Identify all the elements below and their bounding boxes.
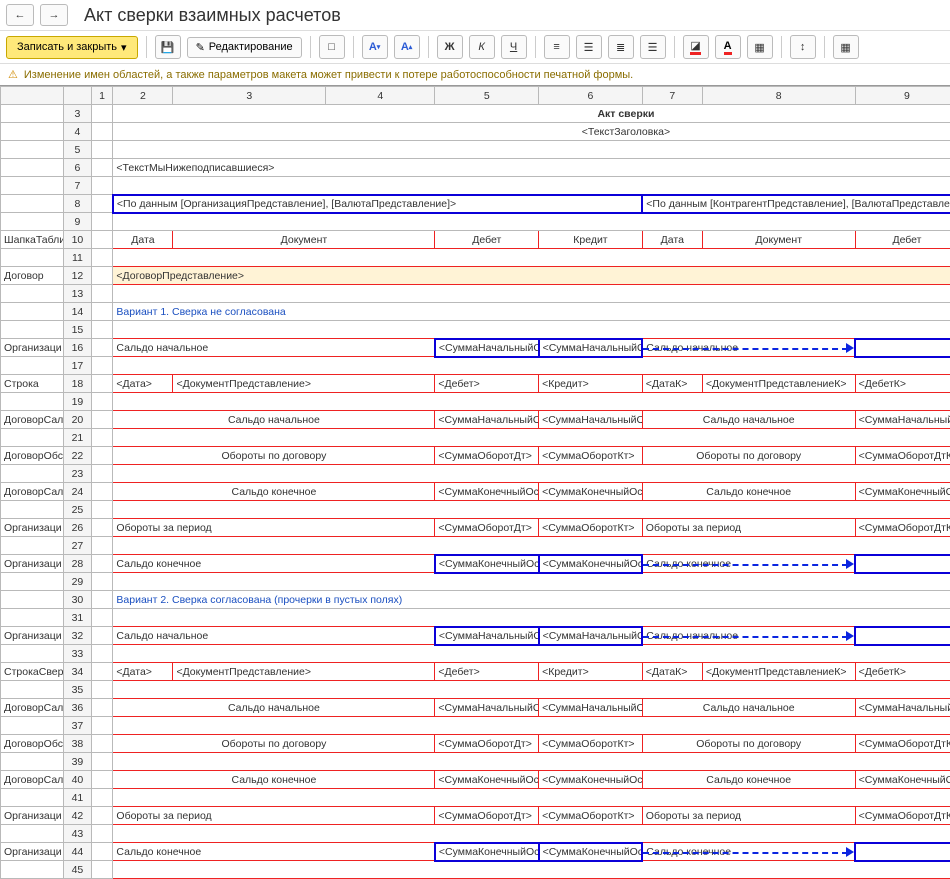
bold-button[interactable]: Ж (437, 35, 463, 59)
separator (310, 36, 311, 58)
italic-button[interactable]: К (469, 35, 495, 59)
table-row[interactable]: СтрокаСвер34 <Дата> <ДокументПредставлен… (1, 663, 950, 681)
table-row[interactable]: 3Акт сверки (1, 105, 950, 123)
warning-text: Изменение имен областей, а также парамет… (24, 69, 633, 81)
table-row[interactable]: 9 (1, 213, 950, 231)
table-row[interactable]: ШапкаТабли10 Дата Документ Дебет Кредит … (1, 231, 950, 249)
dropdown-chevron-icon: ▾ (121, 41, 127, 54)
table-row[interactable]: Организаци42 Обороты за период <СуммаОбо… (1, 807, 950, 825)
table-row[interactable]: 41 (1, 789, 950, 807)
by-counterparty-cell[interactable]: <По данным [КонтрагентПредставление], [В… (642, 195, 950, 213)
table-row[interactable]: ДоговорСал40 Сальдо конечное <СуммаКонеч… (1, 771, 950, 789)
pencil-icon: ✎ (196, 41, 205, 54)
table-button[interactable]: ▦ (833, 35, 859, 59)
align-center-button[interactable]: ☰ (576, 35, 602, 59)
edit-label: Редактирование (209, 41, 293, 53)
font-grow-button[interactable]: A▴ (394, 35, 420, 59)
table-row[interactable]: 13 (1, 285, 950, 303)
font-shrink-button[interactable]: A▾ (362, 35, 388, 59)
table-row[interactable]: 25 (1, 501, 950, 519)
save-and-close-label: Записать и закрыть (17, 41, 117, 53)
table-row[interactable]: 19 (1, 393, 950, 411)
save-and-close-button[interactable]: Записать и закрыть ▾ (6, 36, 138, 59)
back-button[interactable]: ← (6, 4, 34, 26)
table-row[interactable]: ДоговорОбс38 Обороты по договору <СуммаО… (1, 735, 950, 753)
table-row[interactable]: 27 (1, 537, 950, 555)
col-header[interactable]: 1 (91, 87, 113, 105)
table-row[interactable]: 8 <По данным [ОрганизацияПредставление],… (1, 195, 950, 213)
separator (781, 36, 782, 58)
separator (674, 36, 675, 58)
col-header[interactable]: 8 (702, 87, 855, 105)
col-header[interactable]: 5 (435, 87, 539, 105)
table-row[interactable]: 6<ТекстМыНижеподписавшиеся> (1, 159, 950, 177)
clear-format-button[interactable]: □ (319, 35, 345, 59)
table-row[interactable]: 14Вариант 1. Сверка не согласована (1, 303, 950, 321)
row-height-button[interactable]: ↕ (790, 35, 816, 59)
edit-mode-button[interactable]: ✎ Редактирование (187, 37, 302, 58)
layout-grid[interactable]: 1 2 3 4 5 6 7 8 9 10 11 3Акт сверки 4<Те… (0, 86, 950, 879)
border-button[interactable]: ▦ (747, 35, 773, 59)
page-title: Акт сверки взаимных расчетов (84, 5, 341, 26)
table-row[interactable]: 43 (1, 825, 950, 843)
table-row[interactable]: 33 (1, 645, 950, 663)
table-row[interactable]: 5 (1, 141, 950, 159)
table-row[interactable]: Организаци32 Сальдо начальное <СуммаНача… (1, 627, 950, 645)
table-row[interactable]: 23 (1, 465, 950, 483)
table-row[interactable]: 21 (1, 429, 950, 447)
col-header[interactable]: 7 (642, 87, 702, 105)
col-header[interactable]: 3 (173, 87, 326, 105)
table-row[interactable]: 17 (1, 357, 950, 375)
save-button[interactable]: 💾 (155, 35, 181, 59)
table-row[interactable]: ДоговорОбс22 Обороты по договору <СуммаО… (1, 447, 950, 465)
table-row[interactable]: Организаци28 Сальдо конечное <СуммаКонеч… (1, 555, 950, 573)
warning-icon: ⚠ (8, 68, 18, 81)
table-row[interactable]: 11 (1, 249, 950, 267)
col-header-row: 1 2 3 4 5 6 7 8 9 10 11 (1, 87, 950, 105)
separator (535, 36, 536, 58)
act-title: Акт сверки (113, 105, 950, 123)
table-row[interactable]: Договор12 <ДоговорПредставление> (1, 267, 950, 285)
separator (146, 36, 147, 58)
table-row[interactable]: 30Вариант 2. Сверка согласована (прочерк… (1, 591, 950, 609)
align-right-button[interactable]: ≣ (608, 35, 634, 59)
table-row[interactable]: 4<ТекстЗаголовка> (1, 123, 950, 141)
separator (428, 36, 429, 58)
table-row[interactable]: ДоговорСал36 Сальдо начальное <СуммаНача… (1, 699, 950, 717)
area-col-header[interactable] (1, 87, 64, 105)
warning-banner: ⚠ Изменение имен областей, а также парам… (0, 64, 950, 85)
fill-color-button[interactable]: ◪ (683, 35, 709, 59)
by-org-cell[interactable]: <По данным [ОрганизацияПредставление], [… (113, 195, 642, 213)
table-row[interactable]: 15 (1, 321, 950, 339)
table-row[interactable]: 29 (1, 573, 950, 591)
table-row[interactable]: 37 (1, 717, 950, 735)
align-left-button[interactable]: ≡ (544, 35, 570, 59)
table-row[interactable]: 39 (1, 753, 950, 771)
table-row[interactable]: 7 (1, 177, 950, 195)
table-row[interactable]: 35 (1, 681, 950, 699)
col-header[interactable]: 4 (326, 87, 435, 105)
separator (353, 36, 354, 58)
table-row[interactable]: 45 (1, 861, 950, 879)
table-row[interactable]: 31 (1, 609, 950, 627)
table-row[interactable]: ДоговорСал24 Сальдо конечное <СуммаКонеч… (1, 483, 950, 501)
separator (824, 36, 825, 58)
table-row[interactable]: Организаци16 Сальдо начальное <СуммаНача… (1, 339, 950, 357)
rownum-col-header[interactable] (64, 87, 91, 105)
forward-button[interactable]: → (40, 4, 68, 26)
table-row[interactable]: ДоговорСал20 Сальдо начальное <СуммаНача… (1, 411, 950, 429)
col-header[interactable]: 2 (113, 87, 173, 105)
col-header[interactable]: 9 (855, 87, 950, 105)
table-row[interactable]: Строка18 <Дата> <ДокументПредставление> … (1, 375, 950, 393)
align-justify-button[interactable]: ☰ (640, 35, 666, 59)
text-color-button[interactable]: A (715, 35, 741, 59)
table-row[interactable]: Организаци26 Обороты за период <СуммаОбо… (1, 519, 950, 537)
col-header[interactable]: 6 (539, 87, 643, 105)
table-row[interactable]: Организаци44 Сальдо конечное <СуммаКонеч… (1, 843, 950, 861)
underline-button[interactable]: Ч (501, 35, 527, 59)
